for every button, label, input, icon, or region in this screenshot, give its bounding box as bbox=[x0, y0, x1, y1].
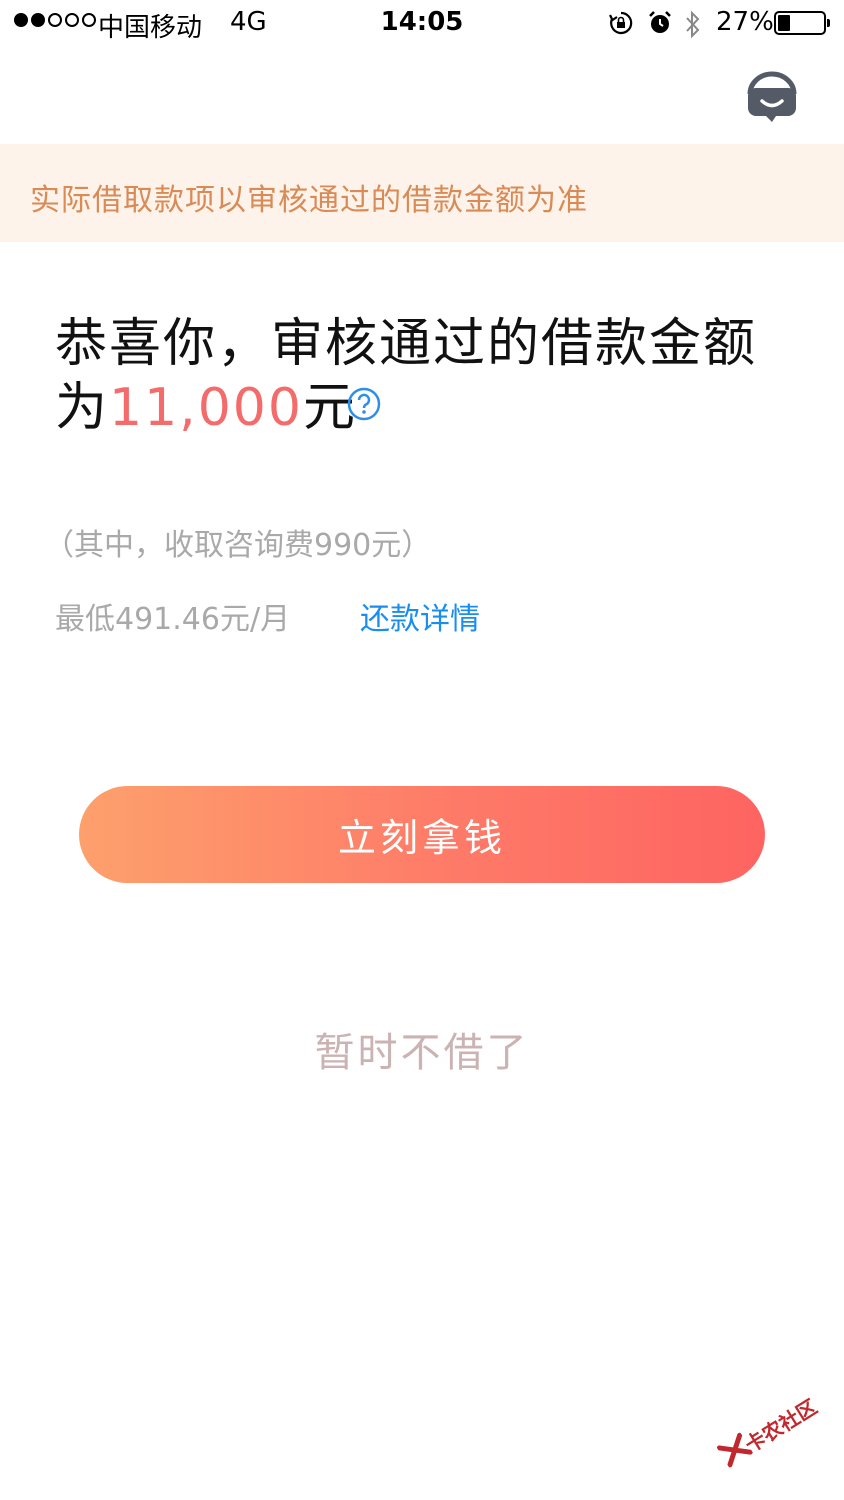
status-bar: 中国移动 4G 14:05 27% bbox=[0, 0, 844, 48]
notice-text: 实际借取款项以审核通过的借款金额为准 bbox=[30, 183, 588, 218]
alarm-icon bbox=[649, 11, 671, 33]
get-money-label: 立刻拿钱 bbox=[337, 816, 506, 860]
battery-percent: 27% bbox=[716, 7, 774, 37]
decline-loan-link[interactable]: 暂时不借了 bbox=[0, 1020, 844, 1078]
battery-level bbox=[778, 15, 790, 31]
customer-service-button[interactable] bbox=[742, 70, 802, 122]
rotation-lock-icon bbox=[609, 11, 633, 35]
get-money-button[interactable]: 立刻拿钱 bbox=[79, 786, 765, 883]
repayment-details-link[interactable]: 还款详情 bbox=[360, 594, 480, 638]
approval-headline: 恭喜你，审核通过的借款金额为11,000元 bbox=[55, 312, 795, 440]
battery-icon bbox=[774, 11, 830, 35]
notice-banner: 实际借取款项以审核通过的借款金额为准 bbox=[0, 144, 844, 242]
loan-amount: 11,000 bbox=[109, 378, 303, 438]
watermark-logo: 卡农社区 bbox=[705, 1376, 827, 1488]
customer-service-icon bbox=[747, 71, 797, 122]
bluetooth-icon bbox=[686, 10, 700, 39]
monthly-payment: 最低491.46元/月 bbox=[55, 602, 291, 637]
consulting-fee-note: （其中，收取咨询费990元） bbox=[44, 528, 432, 563]
watermark-text: 卡农社区 bbox=[740, 1394, 822, 1458]
question-circle-icon[interactable] bbox=[347, 387, 381, 421]
